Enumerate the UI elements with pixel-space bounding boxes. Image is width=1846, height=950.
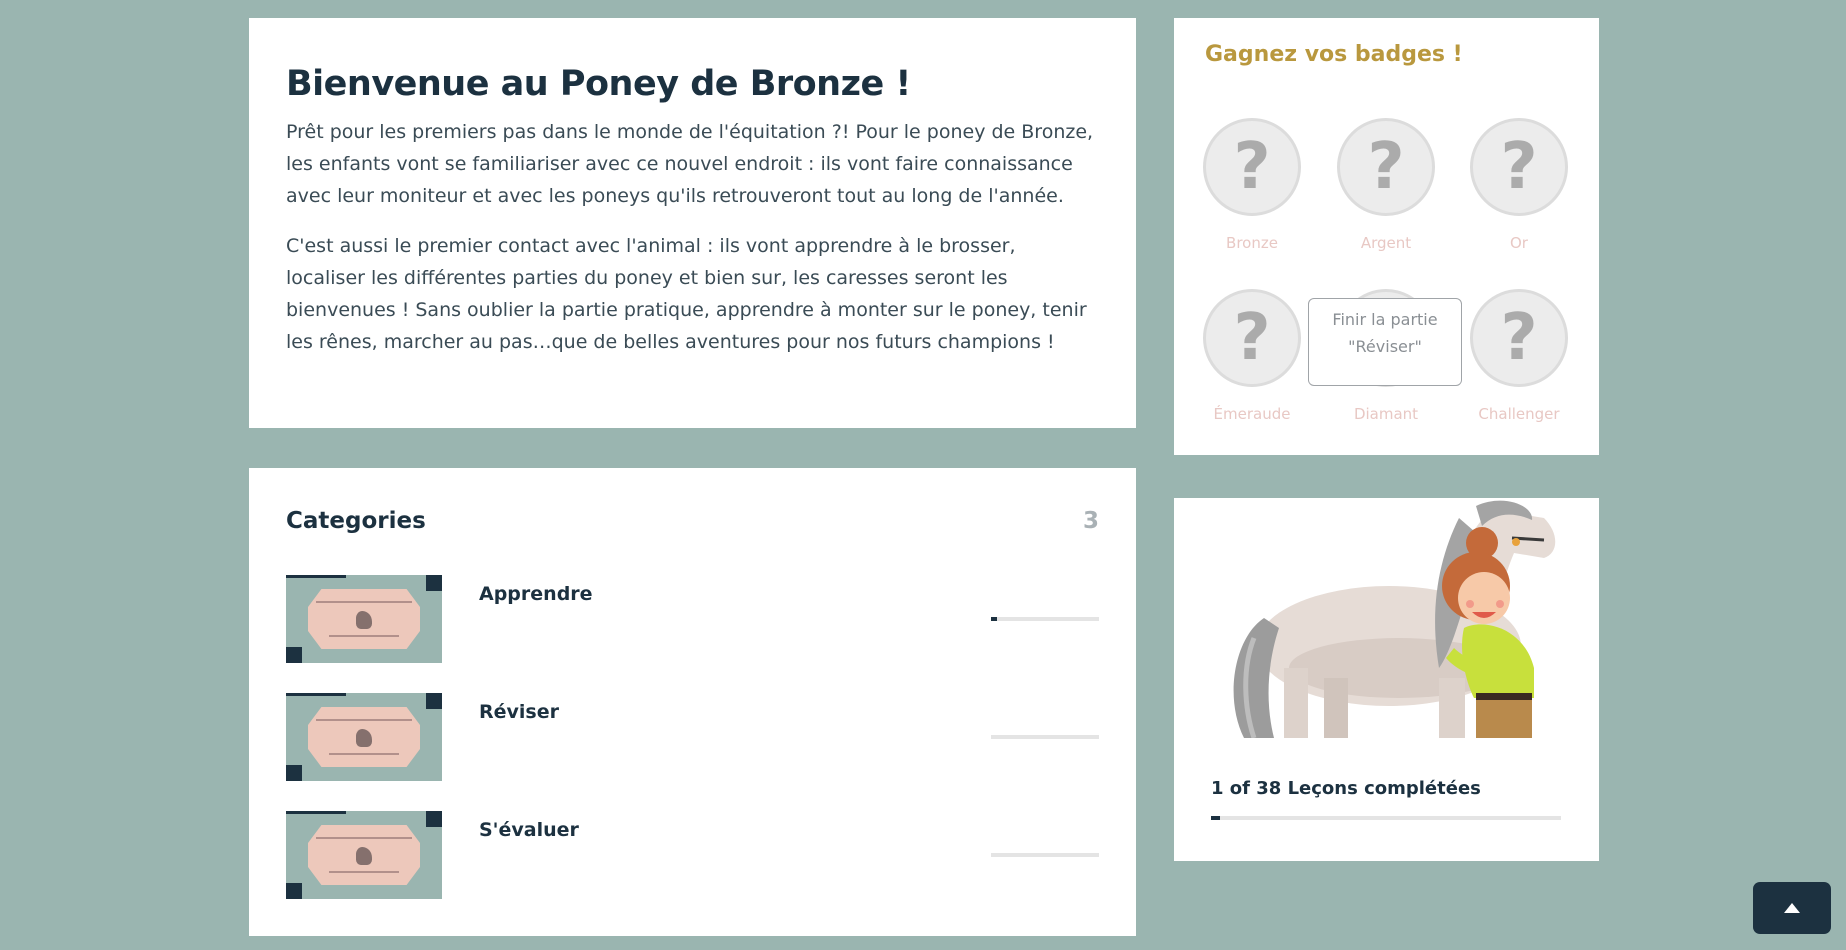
badge-label: Or (1510, 234, 1528, 252)
categories-count: 3 (1082, 508, 1099, 534)
category-name[interactable]: Réviser (479, 701, 559, 723)
question-mark-icon: ? (1203, 289, 1301, 387)
category-progress-bar (991, 853, 1099, 857)
badge-label: Bronze (1226, 234, 1278, 252)
category-item-apprendre[interactable]: Apprendre (286, 575, 1099, 665)
category-item-reviser[interactable]: Réviser (286, 693, 1099, 783)
categories-header: Categories 3 (286, 508, 1099, 540)
back-to-top-button[interactable] (1753, 882, 1831, 934)
badge-label: Argent (1360, 234, 1412, 252)
lessons-progress-bar (1211, 816, 1561, 820)
category-name[interactable]: S'évaluer (479, 819, 579, 841)
question-mark-icon: ? (1470, 118, 1568, 216)
welcome-card: Bienvenue au Poney de Bronze ! Prêt pour… (249, 18, 1136, 428)
category-progress-bar (991, 617, 1099, 621)
badge-emeraude[interactable]: ? Émeraude (1202, 289, 1302, 423)
question-mark-icon: ? (1470, 289, 1568, 387)
welcome-paragraph-2: C'est aussi le premier contact avec l'an… (286, 235, 1087, 353)
category-thumbnail[interactable] (286, 575, 442, 663)
category-progress-bar (991, 735, 1099, 739)
category-thumbnail[interactable] (286, 693, 442, 781)
welcome-title: Bienvenue au Poney de Bronze ! (286, 64, 911, 104)
horse-head-icon (356, 847, 372, 865)
badge-label: Émeraude (1213, 405, 1291, 423)
question-mark-icon: ? (1337, 118, 1435, 216)
horse-head-icon (356, 611, 372, 629)
badge-argent[interactable]: ? Argent (1336, 118, 1436, 252)
badge-label: Challenger (1478, 405, 1560, 423)
badge-or[interactable]: ? Or (1469, 118, 1569, 252)
badges-title: Gagnez vos badges ! (1205, 42, 1463, 67)
horse-head-icon (356, 729, 372, 747)
girl-hugging-pony-illustration (1233, 500, 1556, 738)
category-item-sevaluer[interactable]: S'évaluer (286, 811, 1099, 901)
categories-card: Categories 3 Apprendre Réviser S'évaluer (249, 468, 1136, 936)
badge-label: Diamant (1353, 405, 1419, 423)
category-name[interactable]: Apprendre (479, 583, 593, 605)
badge-challenger[interactable]: ? Challenger (1469, 289, 1569, 423)
badge-tooltip: Finir la partie "Réviser" (1308, 298, 1462, 386)
chevron-up-icon (1784, 903, 1800, 913)
lessons-progress-card: 1 of 38 Leçons complétées (1174, 498, 1599, 861)
badges-card: Gagnez vos badges ! ? Bronze ? Argent ? … (1174, 18, 1599, 455)
badge-bronze[interactable]: ? Bronze (1202, 118, 1302, 252)
category-thumbnail[interactable] (286, 811, 442, 899)
question-mark-icon: ? (1203, 118, 1301, 216)
welcome-paragraph-1: Prêt pour les premiers pas dans le monde… (286, 121, 1094, 207)
lessons-completed-text: 1 of 38 Leçons complétées (1211, 778, 1481, 799)
categories-title: Categories (286, 508, 426, 534)
